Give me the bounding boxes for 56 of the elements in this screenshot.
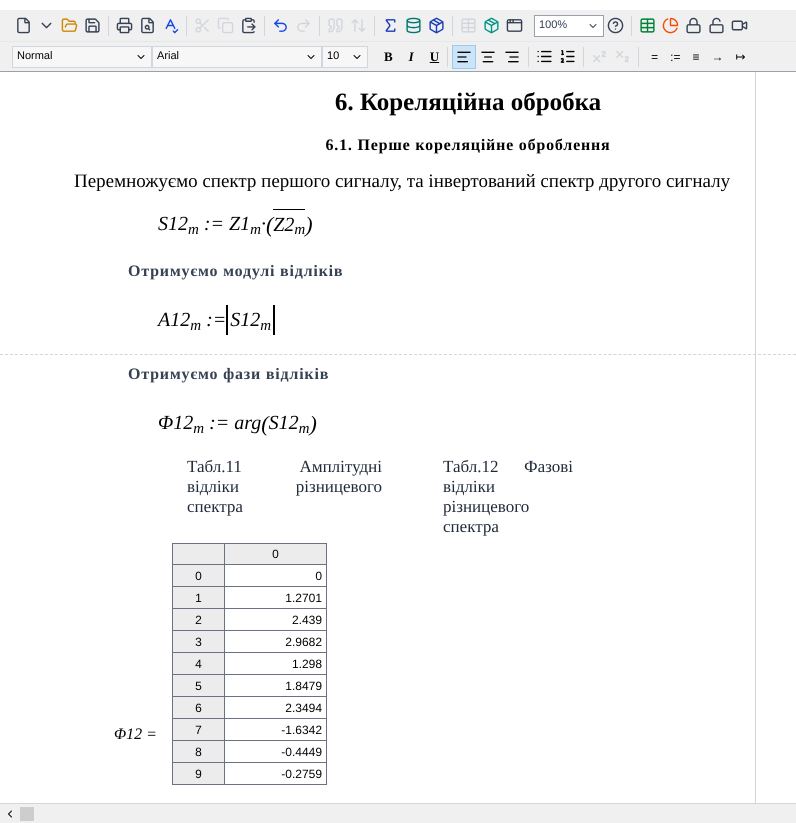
format-button[interactable]: I	[404, 46, 418, 66]
matrix-label: Φ12 =	[114, 725, 158, 745]
operator-button[interactable]: :=	[670, 48, 680, 66]
conjugate-term: Z2$_{m}$	[273, 208, 306, 240]
align-button[interactable]	[452, 44, 476, 68]
table-cell: 1.8479	[224, 674, 326, 696]
font-size-select[interactable]: 10	[322, 46, 368, 68]
table-cell: -0.4449	[224, 740, 326, 762]
row-index: 8	[172, 740, 224, 762]
zoom-select[interactable]: 100%	[534, 14, 604, 36]
align-icon	[456, 48, 472, 64]
table-cell: -1.6342	[224, 718, 326, 740]
operator-button[interactable]: →	[712, 48, 724, 66]
row-index: 9	[172, 762, 224, 784]
table-cell: 2.439	[224, 608, 326, 630]
table-cell: -0.2759	[224, 762, 326, 784]
table-cell: 0	[224, 564, 326, 586]
note-text: Отримуємо модулі відліків	[128, 262, 344, 282]
parenthesis: (	[261, 410, 269, 438]
formula-text: S12$_{m}$	[268, 411, 310, 438]
parenthesis: (	[266, 210, 274, 239]
table-cell: 1.298	[224, 652, 326, 674]
row-index: 4	[172, 652, 224, 674]
formula-text: S12$_{m}$ := Z1$_{m}$·	[158, 212, 266, 239]
row-index: 6	[172, 696, 224, 718]
scrollbar-thumb[interactable]	[20, 806, 34, 820]
style-select[interactable]: Normal	[12, 46, 152, 68]
section-title: 6. Кореляційна обробка	[334, 88, 602, 118]
formula-text: A12$_{m}$ :=	[158, 308, 226, 335]
subsection-title: 6.1. Перше кореляційне оброблення	[326, 136, 610, 156]
format-button[interactable]: B	[380, 46, 397, 66]
row-index: 5	[172, 674, 224, 696]
row-index: 1	[172, 586, 224, 608]
absolute-value-term: S12$_{m}$	[226, 305, 276, 335]
table-caption: Табл.11 Амплітудні відліки різницевого спектра	[187, 457, 382, 518]
row-index: 2	[172, 608, 224, 630]
table-cell: 2.9682	[224, 630, 326, 652]
row-index: 7	[172, 718, 224, 740]
row-index: 3	[172, 630, 224, 652]
parenthesis: )	[309, 410, 317, 438]
operator-button[interactable]: ↦	[736, 48, 746, 66]
font-select[interactable]: Arial	[152, 46, 322, 68]
column-header: 0	[224, 544, 326, 564]
align-icon	[504, 48, 520, 64]
table-caption: Табл.12 Фазові відліки різницевого спектра	[443, 457, 573, 537]
formula-text: Φ12$_{m}$ := arg	[158, 411, 262, 438]
row-index: 0	[172, 564, 224, 586]
operator-button[interactable]: ≡	[692, 48, 700, 66]
operator-button[interactable]: =	[651, 48, 658, 66]
table-cell: 1.2701	[224, 586, 326, 608]
table-cell: 2.3494	[224, 696, 326, 718]
parenthesis: )	[305, 210, 313, 239]
note-text: Отримуємо фази відліків	[128, 365, 330, 385]
paragraph: Перемножуємо спектр першого сигналу, та інвертований спектр другого сигналу	[74, 170, 730, 192]
align-icon	[480, 48, 496, 64]
format-button[interactable]: U	[426, 46, 444, 66]
